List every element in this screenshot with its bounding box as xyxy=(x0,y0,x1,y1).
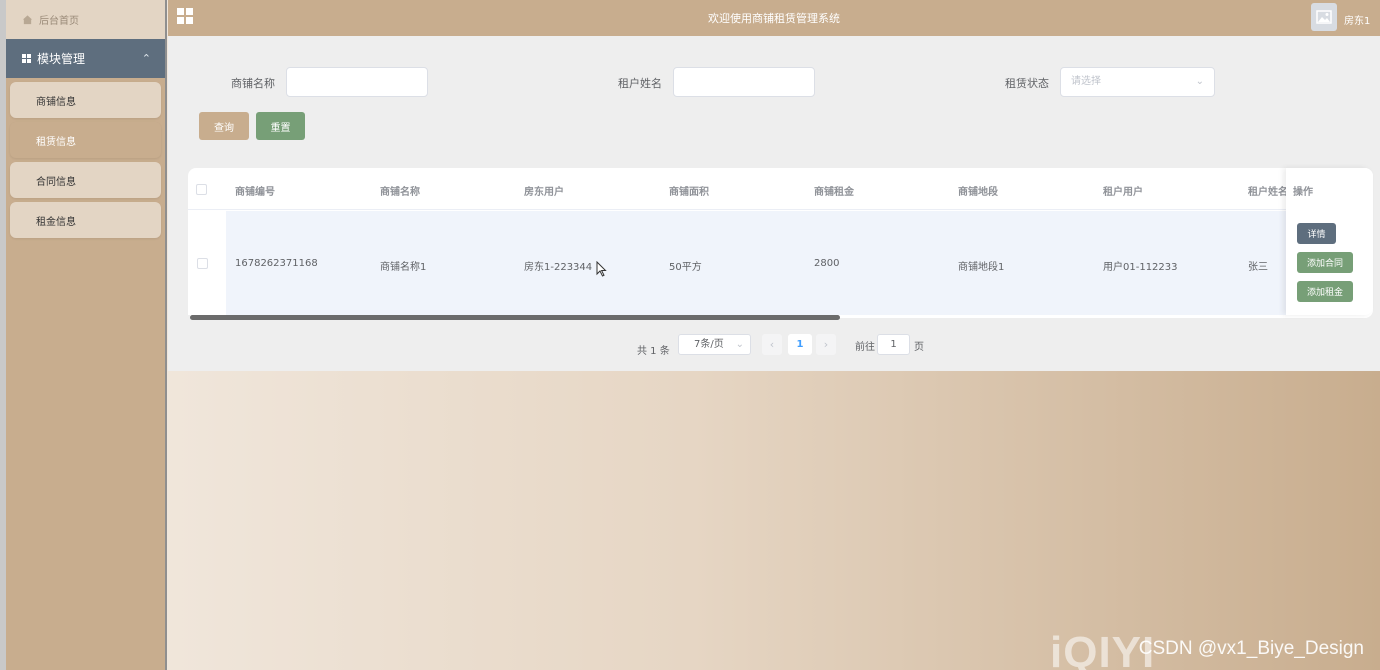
watermark-text: CSDN @vx1_Biye_Design xyxy=(1138,638,1364,659)
column-header: 房东用户 xyxy=(524,187,564,198)
sidebar-item-shop-info[interactable]: 商铺信息 xyxy=(10,82,161,118)
chevron-left-icon: ‹ xyxy=(769,338,775,351)
avatar[interactable] xyxy=(1311,3,1337,31)
lease-status-label: 租赁状态 xyxy=(1005,77,1049,90)
row-checkbox[interactable] xyxy=(197,258,208,269)
horizontal-scrollbar[interactable] xyxy=(190,315,840,320)
select-all-checkbox[interactable] xyxy=(196,184,207,195)
column-header: 商铺面积 xyxy=(669,187,709,198)
column-header: 商铺地段 xyxy=(958,187,998,198)
column-header: 商铺租金 xyxy=(814,187,854,198)
home-label: 后台首页 xyxy=(39,16,79,27)
sidebar-item-lease-info[interactable]: 租赁信息 xyxy=(10,122,161,158)
chevron-down-icon: ⌄ xyxy=(1195,76,1204,87)
actions-column: 操作 详情 添加合同 添加租金 xyxy=(1286,168,1373,315)
table-cell: 2800 xyxy=(814,258,840,269)
table-cell: 商铺地段1 xyxy=(958,262,1005,273)
page-size-value: 7条/页 xyxy=(694,339,724,350)
prev-page-button[interactable]: ‹ xyxy=(762,334,782,355)
table-cell: 50平方 xyxy=(669,262,702,273)
chevron-up-icon: ⌃ xyxy=(141,52,151,65)
table-cell: 商铺名称1 xyxy=(380,262,427,273)
shop-name-input[interactable] xyxy=(286,67,428,97)
sidebar-item-label: 合同信息 xyxy=(36,176,76,188)
reset-button[interactable]: 重置 xyxy=(256,112,305,140)
page-suffix: 页 xyxy=(914,342,924,353)
goto-page-input[interactable]: 1 xyxy=(877,334,910,355)
grid-icon xyxy=(22,54,31,63)
actions-header: 操作 xyxy=(1293,187,1313,198)
shop-name-label: 商铺名称 xyxy=(231,77,275,90)
sidebar-item-label: 商铺信息 xyxy=(36,96,76,108)
home-icon xyxy=(22,15,33,25)
detail-button[interactable]: 详情 xyxy=(1297,223,1336,244)
lease-status-select[interactable]: 请选择 ⌄ xyxy=(1060,67,1215,97)
sidebar: 后台首页 模块管理 ⌃ 商铺信息 租赁信息 合同信息 租金信息 xyxy=(6,0,167,670)
column-header: 商铺编号 xyxy=(235,187,275,198)
select-placeholder: 请选择 xyxy=(1071,76,1101,87)
table-cell: 1678262371168 xyxy=(235,258,318,269)
page-size-select[interactable]: 7条/页 ⌄ xyxy=(678,334,751,355)
sidebar-item-label: 租金信息 xyxy=(36,216,76,228)
table-cell: 张三 xyxy=(1248,262,1268,273)
tenant-name-label: 租户姓名 xyxy=(618,77,662,90)
next-page-button[interactable]: › xyxy=(816,334,836,355)
sidebar-item-contract-info[interactable]: 合同信息 xyxy=(10,162,161,198)
image-icon xyxy=(1316,10,1332,24)
user-name[interactable]: 房东1 xyxy=(1344,12,1370,27)
tenant-name-input[interactable] xyxy=(673,67,815,97)
table-row[interactable]: 1678262371168 商铺名称1 房东1-223344 50平方 2800… xyxy=(188,211,1288,315)
goto-label: 前往 xyxy=(855,342,875,353)
column-header: 租户用户 xyxy=(1103,187,1143,198)
data-table: 商铺编号 商铺名称 房东用户 商铺面积 商铺租金 商铺地段 租户用户 租户姓名 … xyxy=(188,168,1373,320)
module-menu-header[interactable]: 模块管理 ⌃ xyxy=(6,39,165,78)
module-menu-label: 模块管理 xyxy=(37,52,86,66)
add-contract-button[interactable]: 添加合同 xyxy=(1297,252,1353,273)
page-title: 欢迎使用商铺租赁管理系统 xyxy=(708,12,840,25)
sidebar-item-label: 租赁信息 xyxy=(36,136,76,148)
chevron-right-icon: › xyxy=(823,338,829,351)
main-content: 商铺名称 租户姓名 租赁状态 请选择 ⌄ 查询 重置 商铺编号 商铺名称 房东用… xyxy=(168,36,1380,371)
column-header: 租户姓名 xyxy=(1248,187,1288,198)
pagination-total: 共 1 条 xyxy=(637,345,670,357)
add-rent-button[interactable]: 添加租金 xyxy=(1297,281,1353,302)
query-button[interactable]: 查询 xyxy=(199,112,249,140)
mouse-cursor-icon xyxy=(596,261,607,277)
table-cell: 房东1-223344 xyxy=(524,262,593,273)
page-number-current[interactable]: 1 xyxy=(788,334,812,355)
table-cell: 用户01-112233 xyxy=(1103,262,1178,273)
home-link[interactable]: 后台首页 xyxy=(6,0,165,39)
top-bar: 欢迎使用商铺租赁管理系统 房东1 xyxy=(168,0,1380,36)
sidebar-item-rent-info[interactable]: 租金信息 xyxy=(10,202,161,238)
column-header: 商铺名称 xyxy=(380,187,420,198)
chevron-down-icon: ⌄ xyxy=(735,339,744,350)
table-header: 商铺编号 商铺名称 房东用户 商铺面积 商铺租金 商铺地段 租户用户 租户姓名 xyxy=(188,168,1288,210)
